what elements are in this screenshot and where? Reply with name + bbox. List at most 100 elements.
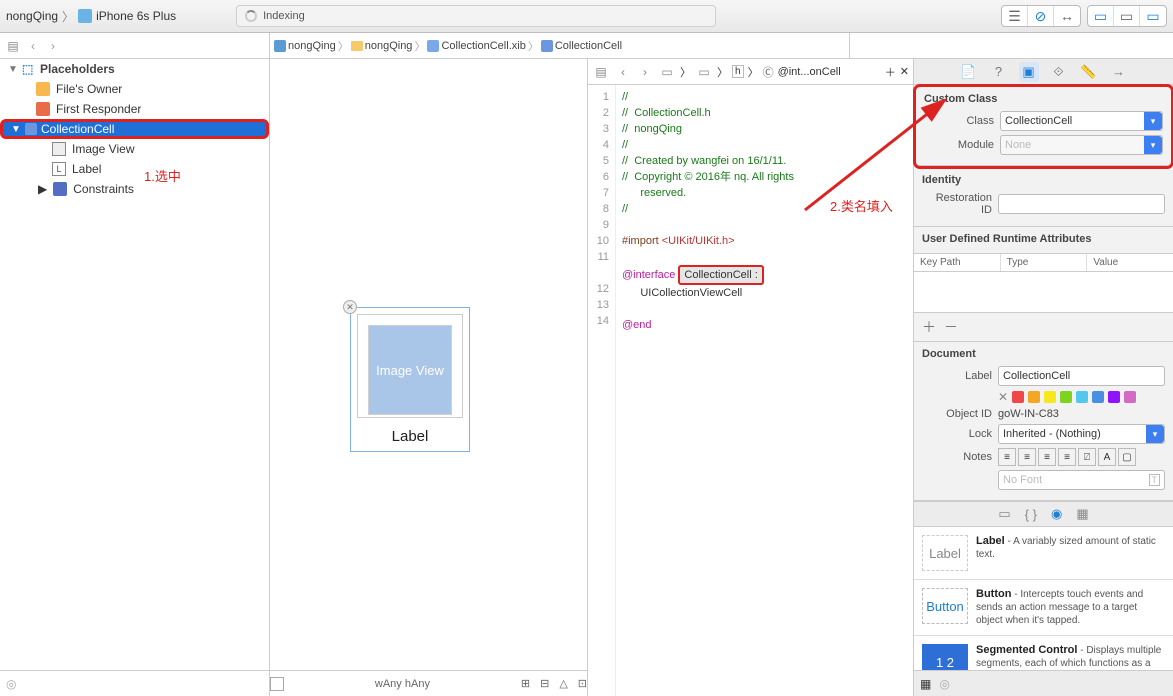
related-items-icon[interactable]: ▤ (592, 63, 610, 81)
image-button[interactable]: ▢ (1118, 448, 1136, 466)
assistant-jump-bar[interactable]: ▤ ‹ › ▭ 〉 ▭ 〉 h 〉 Ⓒ @int...onCell ＋ ✕ (588, 59, 913, 85)
document-outline: ▼ ⬚ Placeholders File's Owner First Resp… (0, 59, 270, 696)
label-view[interactable]: Label (351, 424, 469, 451)
assistant-file-crumb[interactable]: @int...onCell (778, 66, 841, 78)
align-right-button[interactable]: ≡ (1038, 448, 1056, 466)
grid-icon[interactable]: ▦ (920, 677, 931, 691)
identity-inspector-tab[interactable]: ▣ (1019, 62, 1039, 82)
file-inspector-tab[interactable]: 📄 (959, 62, 979, 82)
resolve-button[interactable]: △ (559, 677, 567, 690)
file-templates-tab[interactable]: ▭ (998, 506, 1010, 522)
remove-button[interactable]: － (944, 317, 958, 337)
connections-inspector-tab[interactable]: → (1109, 62, 1129, 82)
clear-color-icon[interactable]: ✕ (998, 390, 1008, 404)
crumb-project[interactable]: nongQing〉 (274, 38, 349, 54)
align-justify-button[interactable]: ≡ (1058, 448, 1076, 466)
color-swatch[interactable] (1124, 391, 1136, 403)
font-input[interactable]: No FontT (998, 470, 1165, 490)
ib-canvas[interactable]: ✕ Image View Label wAny hAny ⊞ ⊟ △ ⊡ (270, 59, 588, 696)
crumb-folder[interactable]: nongQing〉 (351, 38, 426, 54)
pin-button[interactable]: ⊟ (540, 677, 549, 690)
crumb-object[interactable]: CollectionCell (541, 40, 622, 52)
color-swatch[interactable] (1028, 391, 1040, 403)
first-responder-icon (36, 102, 50, 116)
add-button[interactable]: ＋ (922, 317, 936, 337)
color-swatch[interactable] (1044, 391, 1056, 403)
filter-icon: ◎ (939, 677, 949, 691)
outline-filter-bar[interactable]: ◎ (0, 670, 269, 696)
code-snippets-tab[interactable]: { } (1025, 507, 1037, 522)
collection-cell-view[interactable]: ✕ Image View Label (350, 307, 470, 452)
scheme-selector[interactable]: nongQing 〉 iPhone 6s Plus (6, 8, 176, 25)
constraints-item[interactable]: ▶ Constraints (0, 179, 269, 199)
help-inspector-tab[interactable]: ? (989, 62, 1009, 82)
color-swatch[interactable] (1012, 391, 1024, 403)
section-title: User Defined Runtime Attributes (914, 227, 1173, 247)
inspector-panel: 📄 ? ▣ ⟐ 📏 → Custom Class Class Collectio… (913, 59, 1173, 696)
object-library-tab[interactable]: ◉ (1051, 506, 1062, 522)
library-item-segmented[interactable]: 1 2 Segmented Control - Displays multipl… (914, 636, 1173, 670)
custom-class-section: Custom Class Class CollectionCell ⊕ ▾ Mo… (916, 87, 1171, 166)
related-items-icon[interactable]: ▤ (4, 37, 22, 55)
library-item-button[interactable]: Button Button - Intercepts touch events … (914, 580, 1173, 636)
library-item-label[interactable]: Label Label - A variably sized amount of… (914, 527, 1173, 580)
link-button[interactable]: ⍁ (1078, 448, 1096, 466)
files-owner-item[interactable]: File's Owner (0, 79, 269, 99)
font-picker-icon[interactable]: T (1149, 474, 1161, 486)
assistant-editor-button[interactable]: ⊘ (1028, 6, 1054, 26)
dropdown-icon[interactable]: ▾ (1146, 425, 1164, 443)
standard-editor-button[interactable]: ☰ (1002, 6, 1028, 26)
color-swatch[interactable] (1108, 391, 1120, 403)
object-id-label: Object ID (922, 408, 992, 420)
toggle-navigator-button[interactable]: ▭ (1088, 6, 1114, 26)
module-input[interactable]: None ▾ (1000, 135, 1163, 155)
doc-label-label: Label (922, 370, 992, 382)
col-value[interactable]: Value (1087, 254, 1173, 271)
back-button[interactable]: ‹ (24, 37, 42, 55)
lock-select[interactable]: Inherited - (Nothing)▾ (998, 424, 1165, 444)
document-section: Document Label CollectionCell ✕ (914, 342, 1173, 501)
image-view-item[interactable]: Image View (0, 139, 269, 159)
label-item[interactable]: L Label (0, 159, 269, 179)
color-swatch[interactable] (1076, 391, 1088, 403)
attributes-inspector-tab[interactable]: ⟐ (1049, 62, 1069, 82)
doc-label-input[interactable]: CollectionCell (998, 366, 1165, 386)
class-input[interactable]: CollectionCell ⊕ ▾ (1000, 111, 1163, 131)
disclosure-icon: ▼ (11, 124, 21, 135)
align-center-button[interactable]: ≡ (1018, 448, 1036, 466)
color-swatch[interactable] (1092, 391, 1104, 403)
dropdown-icon[interactable]: ▾ (1144, 136, 1162, 154)
collection-cell-item[interactable]: ▼ CollectionCell (0, 119, 269, 139)
crumb-file[interactable]: CollectionCell.xib〉 (427, 38, 538, 54)
placeholders-header[interactable]: ▼ ⬚ Placeholders (0, 59, 269, 79)
outline-toggle-button[interactable] (270, 677, 284, 691)
col-keypath[interactable]: Key Path (914, 254, 1001, 271)
counterparts-icon[interactable]: ▭ (695, 63, 713, 81)
forward-button[interactable]: › (44, 37, 62, 55)
object-library-list[interactable]: Label Label - A variably sized amount of… (914, 527, 1173, 670)
dropdown-icon[interactable]: ▾ (1144, 112, 1162, 130)
resize-button[interactable]: ⊡ (578, 677, 587, 690)
col-type[interactable]: Type (1001, 254, 1088, 271)
align-left-button[interactable]: ≡ (998, 448, 1016, 466)
close-icon[interactable]: ✕ (343, 300, 357, 314)
first-responder-item[interactable]: First Responder (0, 99, 269, 119)
media-library-tab[interactable]: ▦ (1076, 506, 1088, 522)
add-assistant-button[interactable]: ＋ (885, 64, 896, 80)
forward-button[interactable]: › (636, 63, 654, 81)
color-button[interactable]: A (1098, 448, 1116, 466)
c-icon: Ⓒ (763, 64, 774, 80)
toggle-inspector-button[interactable]: ▭ (1140, 6, 1166, 26)
restoration-input[interactable] (998, 194, 1165, 214)
code-content[interactable]: // // CollectionCell.h // nongQing // //… (616, 85, 794, 696)
image-view-placeholder[interactable]: Image View (368, 325, 452, 415)
color-swatch[interactable] (1060, 391, 1072, 403)
toggle-debug-button[interactable]: ▭ (1114, 6, 1140, 26)
back-button[interactable]: ‹ (614, 63, 632, 81)
version-editor-button[interactable]: ↔ (1054, 6, 1080, 26)
close-assistant-button[interactable]: ✕ (900, 65, 909, 78)
counterparts-icon[interactable]: ▭ (658, 63, 676, 81)
library-filter-bar[interactable]: ▦ ◎ (914, 670, 1173, 696)
size-inspector-tab[interactable]: 📏 (1079, 62, 1099, 82)
align-button[interactable]: ⊞ (521, 677, 530, 690)
